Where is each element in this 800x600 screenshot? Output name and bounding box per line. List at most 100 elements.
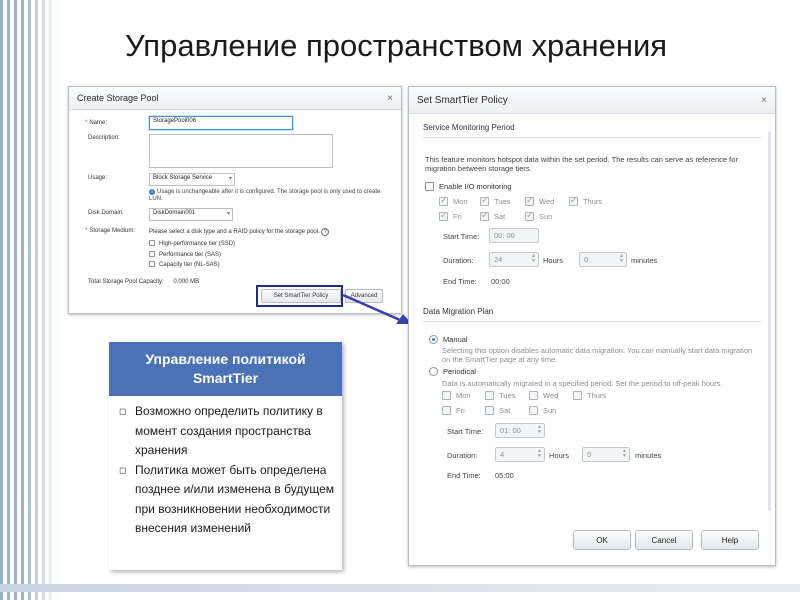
migration-day-thurs[interactable]: Thurs (573, 391, 606, 400)
name-input[interactable]: StoragePool006 (149, 116, 293, 130)
migration-day-fri[interactable]: Fri (442, 406, 465, 415)
migration-day-wed[interactable]: Wed (529, 391, 558, 400)
usage-select[interactable]: Block Storage Service ▾ (149, 173, 235, 186)
close-icon[interactable]: × (761, 95, 767, 106)
checkbox-icon (485, 406, 494, 415)
list-item: Возможно определить политику в момент со… (119, 402, 334, 461)
migration-duration-label: Duration: (447, 451, 478, 460)
monitor-minutes-value: 0 (584, 255, 589, 264)
usage-label: Usage: (88, 175, 108, 181)
minutes-label: minutes (635, 451, 662, 460)
monitor-start-time-input[interactable]: 00: 00 (489, 228, 539, 243)
scrollbar[interactable] (768, 131, 771, 511)
slide-title: Управление пространством хранения (125, 28, 668, 63)
monitor-day-wed[interactable]: Wed (525, 195, 554, 206)
monitor-day-fri[interactable]: Fri (439, 210, 462, 221)
periodical-radio[interactable]: Periodical (429, 367, 476, 376)
checkbox-checked-icon (569, 195, 578, 206)
migration-start-time-value: 01: 00 (500, 426, 521, 435)
stepper-arrows-icon[interactable]: ▲ ▼ (531, 254, 536, 264)
migration-start-time-label: Start Time: (447, 427, 484, 436)
migration-section-title: Data Migration Plan (423, 307, 494, 316)
monitor-start-time-value: 00: 00 (494, 231, 515, 240)
tier-sas-option[interactable]: Performance tier (SAS) (149, 250, 235, 261)
smarttier-button-highlight (256, 285, 343, 307)
monitor-hours-stepper[interactable]: 24 ▲ ▼ (489, 252, 539, 267)
dialog-header: Set SmartTier Policy × (409, 87, 775, 114)
checkbox-checked-icon (525, 195, 534, 206)
manual-radio[interactable]: Manual (429, 335, 468, 344)
monitor-day-sat[interactable]: Sat (480, 210, 505, 221)
checkbox-checked-icon (480, 195, 489, 206)
migration-day-sun[interactable]: Sun (529, 406, 556, 415)
radio-icon[interactable] (429, 367, 438, 376)
decorative-stripes (0, 0, 58, 600)
card-bullet-list: Возможно определить политику в момент со… (109, 396, 342, 539)
migration-day-sat[interactable]: Sat (485, 406, 510, 415)
tier-nlsas-option[interactable]: Capacity tier (NL-SAS) (149, 260, 235, 271)
checkbox-icon[interactable] (425, 182, 434, 191)
tier-ssd-option[interactable]: High-performance tier (SSD) (149, 239, 235, 250)
disk-domain-select[interactable]: DiskDomain001 ▾ (149, 208, 233, 221)
checkbox-icon[interactable] (149, 240, 155, 247)
migration-hours-stepper[interactable]: 4 ▲ ▼ (495, 447, 545, 462)
info-icon: i (149, 189, 155, 195)
checkbox-icon (573, 391, 582, 400)
monitor-day-mon[interactable]: Mon (439, 195, 468, 206)
checkbox-icon (442, 406, 451, 415)
name-label: * Name: (85, 120, 108, 126)
capacity-label: Total Storage Pool Capacity: (88, 279, 164, 285)
description-label: Description: (88, 135, 120, 141)
migration-minutes-stepper[interactable]: 0 ▲ ▼ (582, 447, 630, 462)
smarttier-info-card: Управление политикой SmartTier Возможно … (109, 342, 342, 570)
monitoring-section-title: Service Monitoring Period (423, 123, 515, 132)
migration-start-time-input[interactable]: 01: 00 ▲ ▼ (495, 423, 545, 438)
storage-medium-hint: Please select a disk type and a RAID pol… (149, 228, 330, 236)
monitor-day-thurs[interactable]: Thurs (569, 195, 602, 206)
stepper-arrows-icon[interactable]: ▲ ▼ (619, 254, 624, 264)
cancel-button[interactable]: Cancel (635, 530, 693, 550)
dialog-title: Set SmartTier Policy (417, 94, 508, 106)
stepper-arrows-icon[interactable]: ▲ ▼ (537, 425, 542, 435)
card-header: Управление политикой SmartTier (109, 342, 342, 396)
monitor-day-sun[interactable]: Sun (525, 210, 552, 221)
checkbox-icon[interactable] (149, 250, 155, 257)
radio-selected-icon[interactable] (429, 335, 438, 344)
card-title-line1: Управление политикой (145, 351, 306, 367)
list-item: Политика может быть определена позднее и… (119, 461, 334, 539)
monitor-duration-label: Duration: (443, 256, 474, 265)
minutes-label: minutes (631, 256, 658, 265)
migration-minutes-value: 0 (587, 450, 592, 459)
enable-io-monitoring-checkbox[interactable]: Enable I/O monitoring (425, 182, 512, 191)
checkbox-icon (529, 391, 538, 400)
close-icon[interactable]: × (387, 93, 393, 104)
capacity-value: 0.000 MB (173, 279, 200, 285)
stepper-arrows-icon[interactable]: ▲ ▼ (622, 449, 627, 459)
monitor-minutes-stepper[interactable]: 0 ▲ ▼ (579, 252, 627, 267)
set-smarttier-policy-dialog: Set SmartTier Policy × Service Monitorin… (408, 86, 776, 566)
help-icon[interactable]: ? (321, 228, 330, 236)
monitor-end-time-value: 00:00 (491, 277, 510, 286)
ok-button[interactable]: OK (573, 530, 631, 550)
migration-day-tues[interactable]: Tues (485, 391, 515, 400)
hours-label: Hours (549, 451, 570, 460)
checkbox-icon[interactable] (149, 261, 155, 268)
stepper-arrows-icon[interactable]: ▲ ▼ (537, 449, 542, 459)
monitor-hours-value: 24 (494, 255, 503, 264)
help-button[interactable]: Help (701, 530, 759, 550)
chevron-down-icon: ▾ (226, 211, 230, 217)
checkbox-checked-icon (525, 210, 534, 221)
monitor-end-time-label: End Time: (443, 277, 477, 286)
migration-day-mon[interactable]: Mon (442, 391, 471, 400)
disk-domain-label: Disk Domain: (88, 210, 124, 216)
checkbox-icon (485, 391, 494, 400)
monitor-day-tues[interactable]: Tues (480, 195, 510, 206)
migration-end-time-value: 05:00 (495, 471, 514, 480)
description-textarea[interactable] (149, 134, 333, 168)
checkbox-checked-icon (480, 210, 489, 221)
manual-description: Selecting this option disables automatic… (442, 346, 753, 364)
dialog-header: Create Storage Pool × (69, 87, 401, 110)
footer-line (0, 584, 800, 592)
checkbox-checked-icon (439, 195, 448, 206)
checkbox-checked-icon (439, 210, 448, 221)
